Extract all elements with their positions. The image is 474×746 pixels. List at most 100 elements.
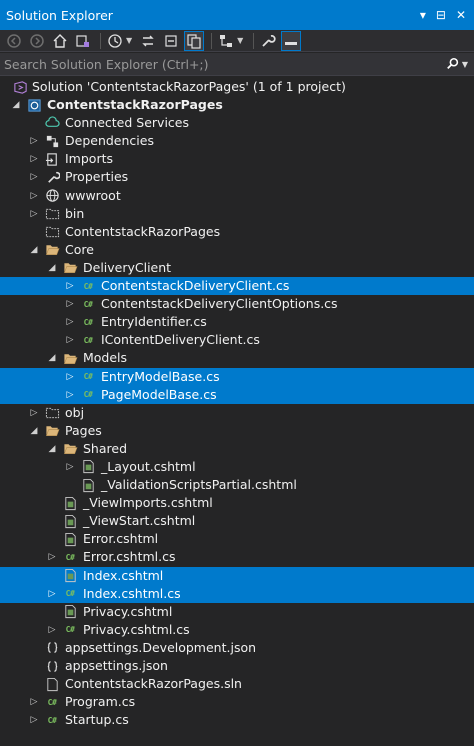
pending-changes-filter-button[interactable] bbox=[105, 31, 125, 51]
expanded-arrow-icon[interactable]: ◢ bbox=[46, 440, 58, 458]
collapsed-arrow-icon[interactable]: ▷ bbox=[64, 458, 76, 476]
back-button[interactable] bbox=[4, 31, 24, 51]
tree-item[interactable]: ▷ C# ContentstackDeliveryClientOptions.cs bbox=[0, 295, 474, 313]
tree-item[interactable]: ContentstackRazorPages bbox=[0, 223, 474, 241]
tree-item[interactable]: ▷ wwwroot bbox=[0, 187, 474, 205]
dropdown-icon[interactable]: ▾ bbox=[420, 8, 426, 22]
show-all-files-button[interactable] bbox=[184, 30, 205, 51]
expanded-arrow-icon[interactable]: ◢ bbox=[46, 259, 58, 277]
tree-item[interactable]: appsettings.Development.json bbox=[0, 639, 474, 657]
search-options-chevron-icon[interactable]: ▼ bbox=[462, 60, 468, 69]
collapsed-arrow-icon[interactable]: ▷ bbox=[28, 711, 40, 729]
tree-item[interactable]: Error.cshtml bbox=[0, 530, 474, 548]
preview-selected-items-button[interactable] bbox=[281, 30, 302, 51]
collapsed-arrow-icon[interactable]: ▷ bbox=[46, 585, 58, 603]
tree-item-label: IContentDeliveryClient.cs bbox=[101, 332, 260, 348]
tree-item[interactable]: ▷ C# Index.cshtml.cs bbox=[0, 584, 474, 603]
collapse-all-icon bbox=[165, 34, 177, 47]
tree-item[interactable]: ▷ bin bbox=[0, 205, 474, 223]
tree-item[interactable]: _ViewStart.cshtml bbox=[0, 512, 474, 530]
tree-item[interactable]: _ValidationScriptsPartial.cshtml bbox=[0, 476, 474, 494]
tree-item[interactable]: Solution 'ContentstackRazorPages' (1 of … bbox=[0, 78, 474, 96]
tree-item-label: wwwroot bbox=[65, 187, 121, 203]
tree-item-label: Core bbox=[65, 241, 94, 257]
collapsed-arrow-icon[interactable]: ▷ bbox=[28, 150, 40, 168]
tree-item[interactable]: ▷ C# Error.cshtml.cs bbox=[0, 548, 474, 566]
collapsed-arrow-icon[interactable]: ▷ bbox=[64, 295, 76, 313]
tree-item[interactable]: ▷ Imports bbox=[0, 150, 474, 168]
tree-item[interactable]: Index.cshtml bbox=[0, 566, 474, 585]
tree-item[interactable]: ▷ obj bbox=[0, 404, 474, 422]
tree-item-label: Privacy.cshtml.cs bbox=[83, 621, 190, 637]
properties-button[interactable] bbox=[258, 31, 278, 51]
tree-item[interactable]: ▷ C# Privacy.cshtml.cs bbox=[0, 621, 474, 639]
tree-item-label: EntryModelBase.cs bbox=[101, 368, 220, 384]
forward-button[interactable] bbox=[27, 31, 47, 51]
tree-item[interactable]: ▷ C# EntryModelBase.cs bbox=[0, 367, 474, 386]
tree-item[interactable]: ◢ Models bbox=[0, 349, 474, 367]
expanded-arrow-icon[interactable]: ◢ bbox=[28, 422, 40, 440]
expanded-arrow-icon[interactable]: ◢ bbox=[28, 241, 40, 259]
folder-open-icon bbox=[62, 441, 78, 457]
tree-item[interactable]: Privacy.cshtml bbox=[0, 603, 474, 621]
collapsed-arrow-icon[interactable]: ▷ bbox=[46, 621, 58, 639]
sync-with-active-document-button[interactable] bbox=[138, 31, 158, 51]
tree-item[interactable]: ▷ _Layout.cshtml bbox=[0, 458, 474, 476]
class-diagram-icon bbox=[220, 34, 233, 47]
json-file-icon bbox=[44, 640, 60, 656]
auto-hide-pin-icon[interactable]: ⊟ bbox=[436, 8, 446, 22]
tree-item[interactable]: ▷ C# IContentDeliveryClient.cs bbox=[0, 331, 474, 349]
csharp-file-icon: C# bbox=[65, 552, 75, 562]
collapsed-arrow-icon[interactable]: ▷ bbox=[46, 548, 58, 566]
tree-item[interactable]: ▷ C# EntryIdentifier.cs bbox=[0, 313, 474, 331]
tree-item[interactable]: ◢ Core bbox=[0, 241, 474, 259]
collapsed-arrow-icon[interactable]: ▷ bbox=[64, 277, 76, 295]
collapsed-arrow-icon[interactable]: ▷ bbox=[64, 313, 76, 331]
chevron-down-icon[interactable]: ▼ bbox=[126, 36, 132, 45]
close-icon[interactable]: ✕ bbox=[456, 8, 466, 22]
collapsed-arrow-icon[interactable]: ▷ bbox=[28, 693, 40, 711]
globe-icon bbox=[44, 188, 60, 204]
expanded-arrow-icon[interactable]: ◢ bbox=[10, 96, 22, 114]
tree-item[interactable]: Connected Services bbox=[0, 114, 474, 132]
tree-item[interactable]: ◢ DeliveryClient bbox=[0, 259, 474, 277]
search-icon[interactable] bbox=[444, 57, 462, 71]
collapsed-arrow-icon[interactable]: ▷ bbox=[28, 187, 40, 205]
collapsed-arrow-icon[interactable]: ▷ bbox=[64, 386, 76, 404]
collapsed-arrow-icon[interactable]: ▷ bbox=[28, 404, 40, 422]
search-input[interactable] bbox=[0, 55, 444, 73]
tree-item-label: Connected Services bbox=[65, 115, 189, 131]
cshtml-file-icon bbox=[80, 477, 96, 493]
title-bar: Solution Explorer ▾ ⊟ ✕ bbox=[0, 0, 474, 30]
tree-item[interactable]: appsettings.json bbox=[0, 657, 474, 675]
collapsed-arrow-icon[interactable]: ▷ bbox=[28, 205, 40, 223]
tree-item[interactable]: ▷ C# Program.cs bbox=[0, 693, 474, 711]
collapsed-arrow-icon[interactable]: ▷ bbox=[64, 331, 76, 349]
folder-open-icon bbox=[62, 260, 78, 276]
toolbar-separator bbox=[211, 32, 213, 49]
tree-item-label: ContentstackRazorPages bbox=[65, 223, 221, 239]
tree-item-label: PageModelBase.cs bbox=[101, 386, 217, 402]
view-class-diagram-button[interactable] bbox=[216, 31, 236, 51]
collapse-all-button[interactable] bbox=[161, 31, 181, 51]
tree-item[interactable]: _ViewImports.cshtml bbox=[0, 494, 474, 512]
collapsed-arrow-icon[interactable]: ▷ bbox=[28, 132, 40, 150]
tree-item[interactable]: ▷ C# ContentstackDeliveryClient.cs bbox=[0, 277, 474, 296]
search-bar: ▼ bbox=[0, 53, 474, 76]
collapsed-arrow-icon[interactable]: ▷ bbox=[64, 368, 76, 386]
tree-item[interactable]: ◢ Pages bbox=[0, 422, 474, 440]
tree-item[interactable]: ▷ C# Startup.cs bbox=[0, 711, 474, 729]
tree-item[interactable]: ▷ Properties bbox=[0, 168, 474, 186]
chevron-down-icon[interactable]: ▼ bbox=[237, 36, 243, 45]
switch-views-button[interactable] bbox=[73, 31, 93, 51]
expanded-arrow-icon[interactable]: ◢ bbox=[46, 349, 58, 367]
tree-item[interactable]: ContentstackRazorPages.sln bbox=[0, 675, 474, 693]
collapsed-arrow-icon[interactable]: ▷ bbox=[28, 168, 40, 186]
tree-item[interactable]: ◢ ContentstackRazorPages bbox=[0, 96, 474, 114]
home-button[interactable] bbox=[50, 31, 70, 51]
tree-item[interactable]: ◢ Shared bbox=[0, 440, 474, 458]
tree-item[interactable]: ▷ Dependencies bbox=[0, 132, 474, 150]
tree-item-label: Properties bbox=[65, 169, 129, 185]
csharp-file-icon: C# bbox=[83, 281, 93, 291]
tree-item[interactable]: ▷ C# PageModelBase.cs bbox=[0, 385, 474, 404]
